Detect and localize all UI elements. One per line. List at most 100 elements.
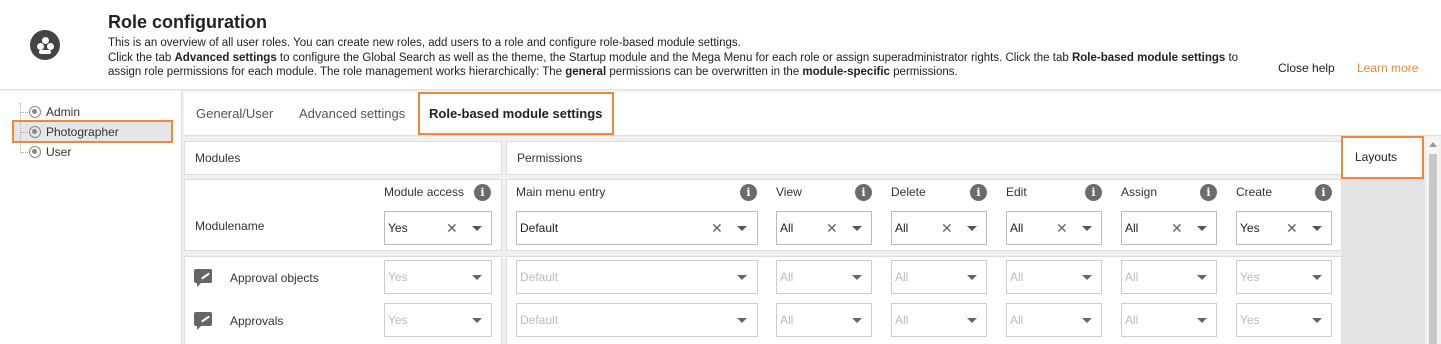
tree-line [20,152,28,153]
create-select[interactable]: Yes ✕ [1236,211,1332,245]
delete-select[interactable]: All [891,303,987,337]
help-header: Role configuration This is an overview o… [0,0,1441,90]
role-icon [29,146,41,158]
column-header-create: Create [1236,185,1273,199]
create-select[interactable]: Yes [1236,303,1332,337]
module-access-select[interactable]: Yes [384,303,492,337]
select-value: All [780,270,794,284]
layouts-column [1341,179,1425,344]
chevron-down-icon[interactable] [737,318,747,323]
clear-icon[interactable]: ✕ [446,212,458,244]
edit-comment-icon [194,312,212,330]
chevron-down-icon[interactable] [852,318,862,323]
select-value: Yes [388,270,408,284]
help-text: permissions can be overwritten in the [606,66,803,78]
info-icon[interactable]: i [1085,184,1102,201]
role-item-admin[interactable]: Admin [29,103,80,121]
tree-line [20,112,28,113]
edit-select[interactable]: All [1006,303,1102,337]
help-text-bold: Advanced settings [174,51,277,64]
column-header-delete: Delete [891,185,926,199]
chevron-down-icon[interactable] [967,226,977,231]
column-header-module-access: Module access [384,185,465,199]
delete-select[interactable]: All ✕ [891,211,987,245]
delete-select[interactable]: All [891,260,987,294]
main-menu-entry-select[interactable]: Default [516,303,758,337]
info-icon[interactable]: i [1200,184,1217,201]
select-value: All [780,313,794,327]
info-icon[interactable]: i [1315,184,1332,201]
assign-select[interactable]: All [1121,303,1217,337]
view-select[interactable]: All [776,260,872,294]
clear-icon[interactable]: ✕ [941,212,953,244]
edit-select[interactable]: All ✕ [1006,211,1102,245]
vertical-scrollbar[interactable] [1427,138,1439,344]
module-access-select[interactable]: Yes [384,260,492,294]
help-text-bold: module-specific [802,66,890,78]
modules-header: Modules [184,141,502,175]
active-tab-highlight [418,92,614,135]
select-value: All [1125,221,1139,235]
chevron-down-icon[interactable] [852,226,862,231]
create-select[interactable]: Yes [1236,260,1332,294]
module-name: Approvals [230,314,284,328]
tab-advanced-settings[interactable]: Advanced settings [299,106,405,121]
chevron-down-icon[interactable] [1082,226,1092,231]
select-value: Yes [388,221,408,235]
page-title: Role configuration [108,12,267,32]
chevron-down-icon[interactable] [852,275,862,280]
info-icon[interactable]: i [970,184,987,201]
chevron-down-icon[interactable] [472,226,482,231]
chevron-down-icon[interactable] [967,275,977,280]
learn-more-link[interactable]: Learn more [1357,61,1418,75]
help-description: This is an overview of all user roles. Y… [108,36,1248,80]
tab-bar: General/User Advanced settings Role-base… [184,92,1441,136]
view-select[interactable]: All ✕ [776,211,872,245]
chevron-down-icon[interactable] [1312,318,1322,323]
select-value: All [1125,313,1139,327]
main-menu-entry-select[interactable]: Default [516,260,758,294]
chevron-down-icon[interactable] [967,318,977,323]
help-text-bold: Role-based module settings [1071,51,1226,64]
role-item-user[interactable]: User [29,143,71,161]
chevron-down-icon[interactable] [737,226,747,231]
assign-select[interactable]: All [1121,260,1217,294]
select-value: Default [520,313,559,327]
chevron-down-icon[interactable] [1312,275,1322,280]
chevron-down-icon[interactable] [472,275,482,280]
scroll-up-icon[interactable] [1429,142,1437,147]
clear-icon[interactable]: ✕ [1171,212,1183,244]
main-menu-entry-select[interactable]: Default ✕ [516,211,758,245]
help-text: to configure the Global Search as well a… [276,51,1072,64]
clear-icon[interactable]: ✕ [711,212,723,244]
clear-icon[interactable]: ✕ [1286,212,1298,244]
assign-select[interactable]: All ✕ [1121,211,1217,245]
help-text-bold: general [565,66,607,78]
info-icon[interactable]: i [740,184,757,201]
clear-icon[interactable]: ✕ [826,212,838,244]
tab-general-user[interactable]: General/User [196,106,273,121]
chevron-down-icon[interactable] [1197,275,1207,280]
chevron-down-icon[interactable] [1082,318,1092,323]
info-icon[interactable]: i [474,184,491,201]
edit-select[interactable]: All [1006,260,1102,294]
clear-icon[interactable]: ✕ [1056,212,1068,244]
scroll-thumb[interactable] [1429,154,1437,344]
chevron-down-icon[interactable] [1312,226,1322,231]
chevron-down-icon[interactable] [1197,318,1207,323]
module-name: Approval objects [230,271,319,285]
module-access-select[interactable]: Yes ✕ [384,211,492,245]
view-select[interactable]: All [776,303,872,337]
chevron-down-icon[interactable] [737,275,747,280]
select-value: All [780,221,794,235]
chevron-down-icon[interactable] [1197,226,1207,231]
select-value: Yes [388,313,408,327]
chevron-down-icon[interactable] [1082,275,1092,280]
info-icon[interactable]: i [855,184,872,201]
layouts-tab[interactable]: Layouts [1341,136,1424,179]
chevron-down-icon[interactable] [472,318,482,323]
role-label: Admin [46,105,81,119]
close-help-link[interactable]: Close help [1278,61,1335,75]
select-value: All [895,221,909,235]
column-header-edit: Edit [1006,185,1027,199]
